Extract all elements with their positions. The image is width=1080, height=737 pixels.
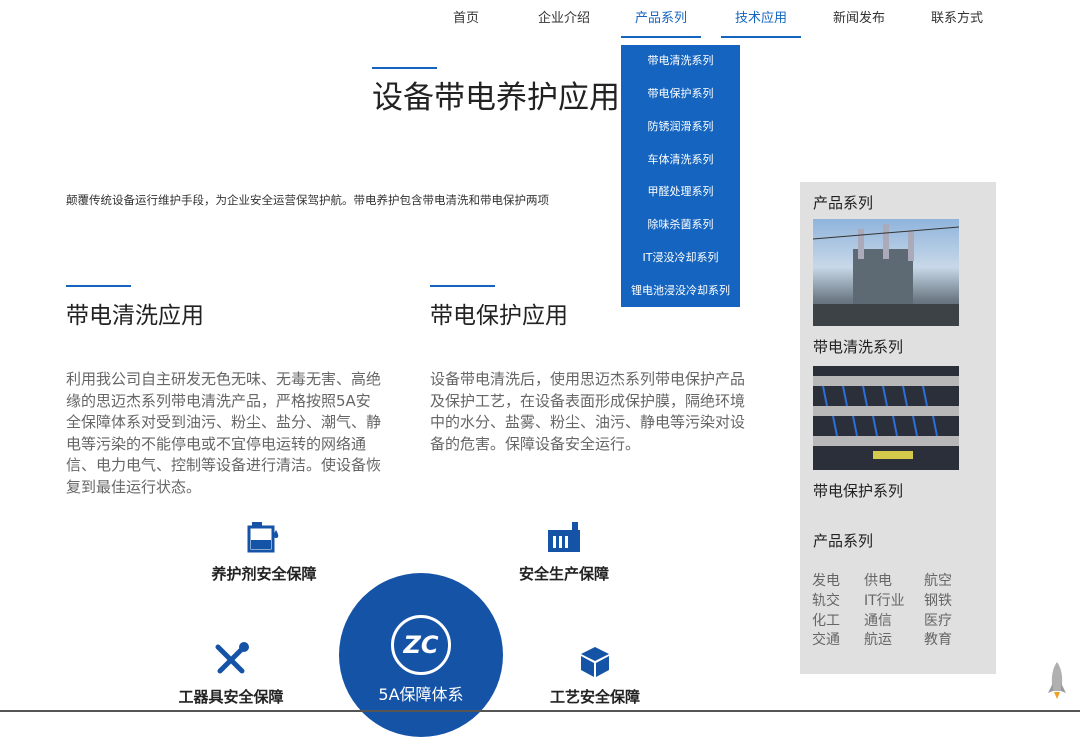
intro-text: 颠覆传统设备运行维护手段，为企业安全运营保驾护航。带电养护包含带电清洗和带电保护… bbox=[66, 193, 549, 207]
protect-accent-bar bbox=[430, 285, 495, 287]
protect-text: 设备带电清洗后，使用思迈杰系列带电保护产品及保护工艺，在设备表面形成保护膜，隔绝… bbox=[430, 370, 746, 453]
nav-tech[interactable]: 技术应用 bbox=[721, 10, 801, 38]
industry-item[interactable]: 钢铁 bbox=[924, 590, 952, 610]
nav-about[interactable]: 企业介绍 bbox=[537, 10, 591, 36]
clean-text: 利用我公司自主研发无色无味、无毒无害、高绝缘的思迈杰系列带电清洗产品，严格按照5… bbox=[66, 370, 382, 496]
dropdown-item[interactable]: 防锈润滑系列 bbox=[621, 119, 740, 135]
process-safety-label: 工艺安全保障 bbox=[549, 688, 640, 706]
dropdown-item[interactable]: 车体清洗系列 bbox=[621, 152, 740, 168]
page-title: 设备带电养护应用 bbox=[372, 80, 620, 116]
nav-products[interactable]: 产品系列 bbox=[621, 10, 701, 38]
sidebar-title-2: 产品系列 bbox=[813, 532, 874, 550]
dropdown-item[interactable]: 锂电池浸没冷却系列 bbox=[621, 283, 740, 299]
clean-accent-bar bbox=[66, 285, 131, 287]
dropdown-item[interactable]: 带电保护系列 bbox=[621, 86, 740, 102]
dropdown-item[interactable]: 甲醛处理系列 bbox=[621, 184, 740, 200]
factory-icon bbox=[546, 520, 582, 554]
dropdown-item[interactable]: IT浸没冷却系列 bbox=[621, 250, 740, 266]
protect-title: 带电保护应用 bbox=[430, 303, 568, 329]
cube-icon bbox=[578, 645, 612, 679]
industry-item[interactable]: 交通 bbox=[812, 629, 840, 649]
sidebar-caption-protect[interactable]: 带电保护系列 bbox=[813, 480, 903, 501]
products-dropdown-menu: 带电清洗系列 带电保护系列 防锈润滑系列 车体清洗系列 甲醛处理系列 除味杀菌系… bbox=[621, 45, 740, 307]
industry-item[interactable]: 发电 bbox=[812, 570, 840, 590]
tools-icon bbox=[212, 641, 250, 679]
industry-item[interactable]: 通信 bbox=[864, 610, 892, 630]
industry-item[interactable]: 化工 bbox=[812, 610, 840, 630]
back-to-top-rocket-icon[interactable] bbox=[1046, 661, 1068, 701]
nav-news[interactable]: 新闻发布 bbox=[832, 10, 886, 36]
sidebar-caption-clean[interactable]: 带电清洗系列 bbox=[813, 336, 903, 357]
industry-item[interactable]: 航空 bbox=[924, 570, 952, 590]
5a-system-badge: ZC 5A保障体系 bbox=[339, 573, 503, 737]
nav-home[interactable]: 首页 bbox=[452, 10, 480, 36]
5a-system-label: 5A保障体系 bbox=[378, 685, 464, 704]
transformer-image[interactable] bbox=[812, 219, 960, 326]
tools-safety-label: 工器具安全保障 bbox=[178, 688, 284, 706]
industry-item[interactable]: 供电 bbox=[864, 570, 892, 590]
industry-item[interactable]: 轨交 bbox=[812, 590, 840, 610]
sidebar-title: 产品系列 bbox=[813, 194, 874, 212]
bottle-icon bbox=[246, 518, 282, 554]
industry-item[interactable]: IT行业 bbox=[864, 590, 905, 610]
zc-logo: ZC bbox=[391, 615, 451, 675]
sidebar: 产品系列 带电清洗系列 带电保护系列 产品系列 发电 供电 航空 轨交 IT行业… bbox=[800, 182, 996, 674]
dropdown-item[interactable]: 除味杀菌系列 bbox=[621, 217, 740, 233]
nav-contact[interactable]: 联系方式 bbox=[930, 10, 984, 36]
industry-item[interactable]: 教育 bbox=[924, 629, 952, 649]
agent-safety-label: 养护剂安全保障 bbox=[211, 565, 317, 583]
dropdown-item[interactable]: 带电清洗系列 bbox=[621, 53, 740, 69]
industry-item[interactable]: 航运 bbox=[864, 629, 892, 649]
terminal-block-image[interactable] bbox=[813, 366, 959, 470]
industry-item[interactable]: 医疗 bbox=[924, 610, 952, 630]
title-accent-bar bbox=[372, 67, 437, 69]
clean-title: 带电清洗应用 bbox=[66, 303, 204, 329]
production-safety-label: 安全生产保障 bbox=[518, 565, 609, 583]
